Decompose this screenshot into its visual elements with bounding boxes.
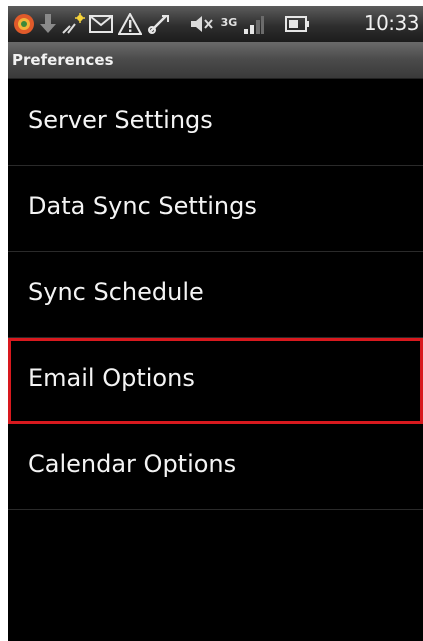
3g-icon: 3G [218,10,240,34]
page-title: Preferences [12,51,114,69]
phone-screen: 3G 10:33 Preferences Server Settings Dat… [8,6,423,641]
preferences-list: Server Settings Data Sync Settings Sync … [8,80,423,510]
email-icon [88,12,114,36]
network-type-label: 3G [220,15,238,29]
menu-item-calendar-options[interactable]: Calendar Options [8,424,423,510]
usb-debug-icon [146,12,172,36]
menu-item-label: Email Options [28,364,195,392]
title-bar: Preferences [8,42,423,79]
menu-item-label: Data Sync Settings [28,192,257,220]
notification-app-icon [12,12,36,36]
menu-item-email-options[interactable]: Email Options [8,338,423,424]
menu-item-label: Sync Schedule [28,278,204,306]
status-bar: 3G 10:33 [8,6,423,42]
status-time: 10:33 [363,11,420,35]
warning-icon [117,12,143,36]
download-icon [38,12,58,36]
signal-bars-icon [242,12,266,36]
menu-item-data-sync-settings[interactable]: Data Sync Settings [8,166,423,252]
menu-item-label: Server Settings [28,106,213,134]
battery-icon [284,12,312,36]
menu-item-server-settings[interactable]: Server Settings [8,80,423,166]
menu-item-label: Calendar Options [28,450,237,478]
menu-item-sync-schedule[interactable]: Sync Schedule [8,252,423,338]
wifi-signal-icon [60,12,86,36]
mute-icon [188,12,216,36]
